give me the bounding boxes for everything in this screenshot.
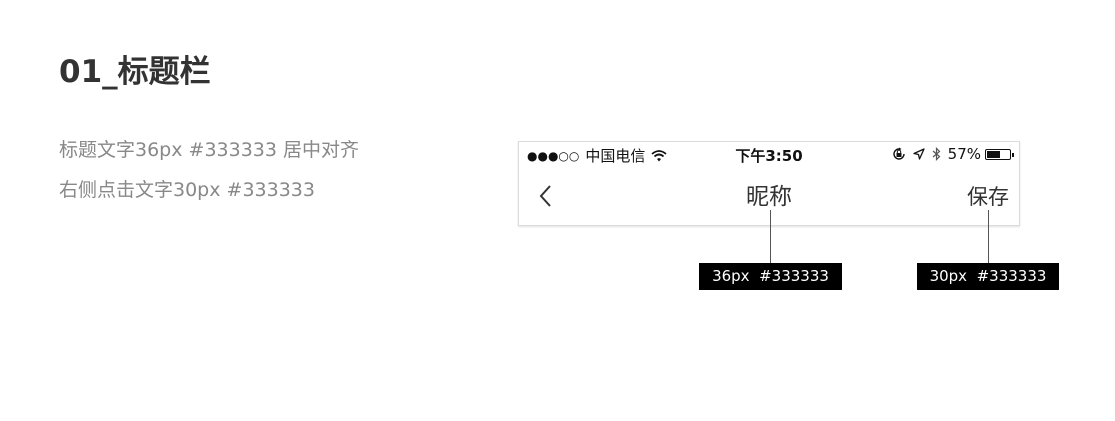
navigation-bar: 昵称 保存: [519, 168, 1019, 226]
save-button[interactable]: 保存: [967, 183, 1009, 211]
battery-percent: 57%: [947, 145, 981, 163]
bluetooth-icon: [932, 147, 941, 161]
action-annotation-leader-line: [988, 210, 989, 264]
phone-mockup: ●●●○○ 中国电信 下午3:50 57% 昵称 保存: [518, 141, 1020, 226]
battery-icon: [985, 148, 1014, 160]
title-spec-description: 标题文字36px #333333 居中对齐: [59, 139, 360, 161]
section-title: 01_标题栏: [59, 54, 211, 90]
action-spec-description: 右侧点击文字30px #333333: [59, 179, 315, 201]
orientation-lock-icon: [892, 147, 906, 161]
title-spec-annotation: 36px #333333: [699, 263, 842, 290]
location-icon: [913, 148, 925, 160]
status-bar-right: 57%: [885, 145, 1014, 163]
nav-title: 昵称: [746, 184, 792, 210]
status-bar: ●●●○○ 中国电信 下午3:50 57%: [519, 142, 1019, 168]
title-annotation-leader-line: [770, 210, 771, 264]
battery-level-fill: [987, 150, 1000, 158]
action-spec-annotation: 30px #333333: [917, 263, 1059, 290]
